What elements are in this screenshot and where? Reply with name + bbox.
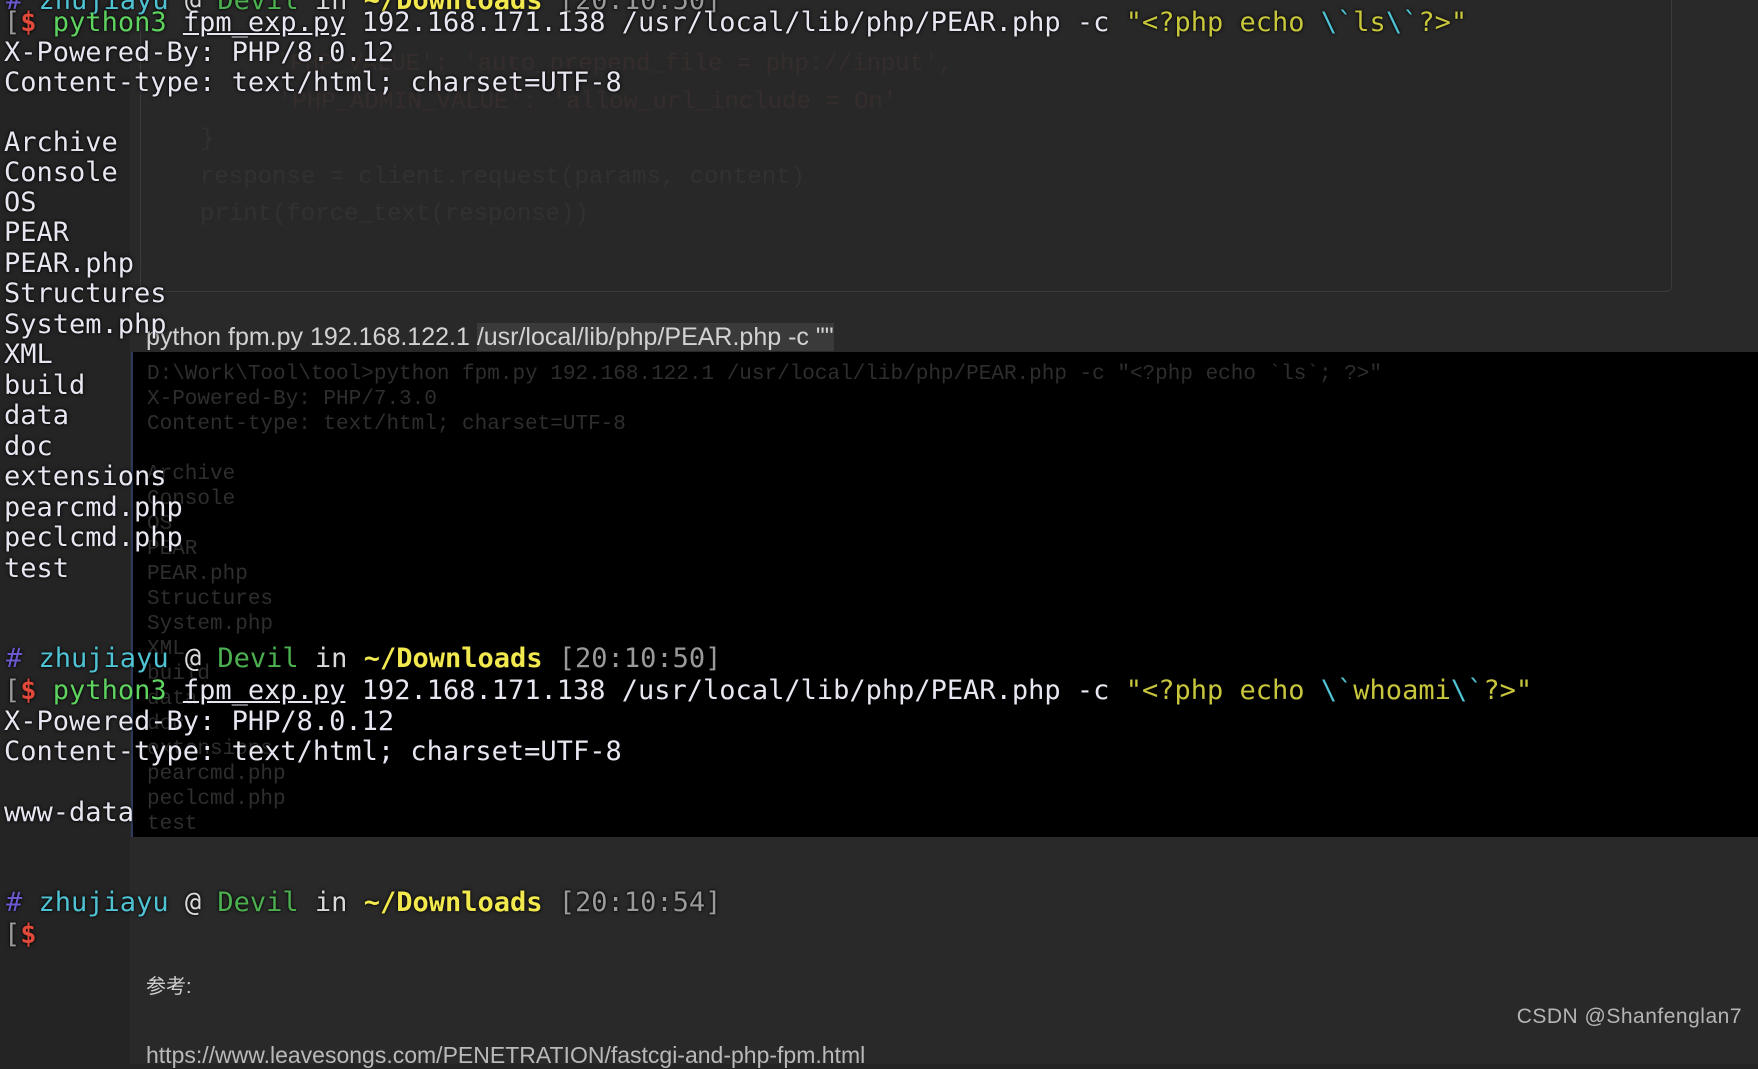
- cmd-line: OS: [147, 513, 173, 536]
- cmd-line: PEAR.php: [147, 563, 248, 586]
- cmd-line: System.php: [147, 613, 274, 636]
- cmd-line: extensions: [147, 738, 274, 761]
- cmd-line: XML: [147, 638, 185, 661]
- code-block-box: [140, 0, 1672, 292]
- cmd-line: D:\Work\Tool\tool>python fpm.py 192.168.…: [147, 363, 1383, 386]
- article-command-prefix: python fpm.py 192.168.122.1: [146, 323, 477, 351]
- cmd-line: Archive: [147, 463, 236, 486]
- cmd-line: doc: [147, 713, 185, 736]
- cmd-line: pearcmd.php: [147, 763, 286, 786]
- cmd-line: build: [147, 663, 211, 686]
- cmd-line: PEAR: [147, 538, 198, 561]
- cmd-line: Content-type: text/html; charset=UTF-8: [147, 413, 626, 436]
- reference-label: 参考:: [146, 976, 192, 998]
- cmd-line: X-Powered-By: PHP/7.3.0: [147, 388, 437, 411]
- csdn-watermark: CSDN @Shanfenglan7: [1516, 1005, 1742, 1028]
- cmd-line: test: [147, 813, 198, 836]
- article-command-text: python fpm.py 192.168.122.1 /usr/local/l…: [146, 320, 834, 354]
- cmd-line: Structures: [147, 588, 274, 611]
- cmd-line: peclcmd.php: [147, 788, 286, 811]
- cmd-line: Console: [147, 488, 236, 511]
- reference-url[interactable]: https://www.leavesongs.com/PENETRATION/f…: [146, 1042, 865, 1069]
- cmd-window[interactable]: D:\Work\Tool\tool>python fpm.py 192.168.…: [131, 352, 1758, 837]
- cmd-line: data: [147, 688, 198, 711]
- article-command-highlight: /usr/local/lib/php/PEAR.php -c "": [476, 323, 834, 351]
